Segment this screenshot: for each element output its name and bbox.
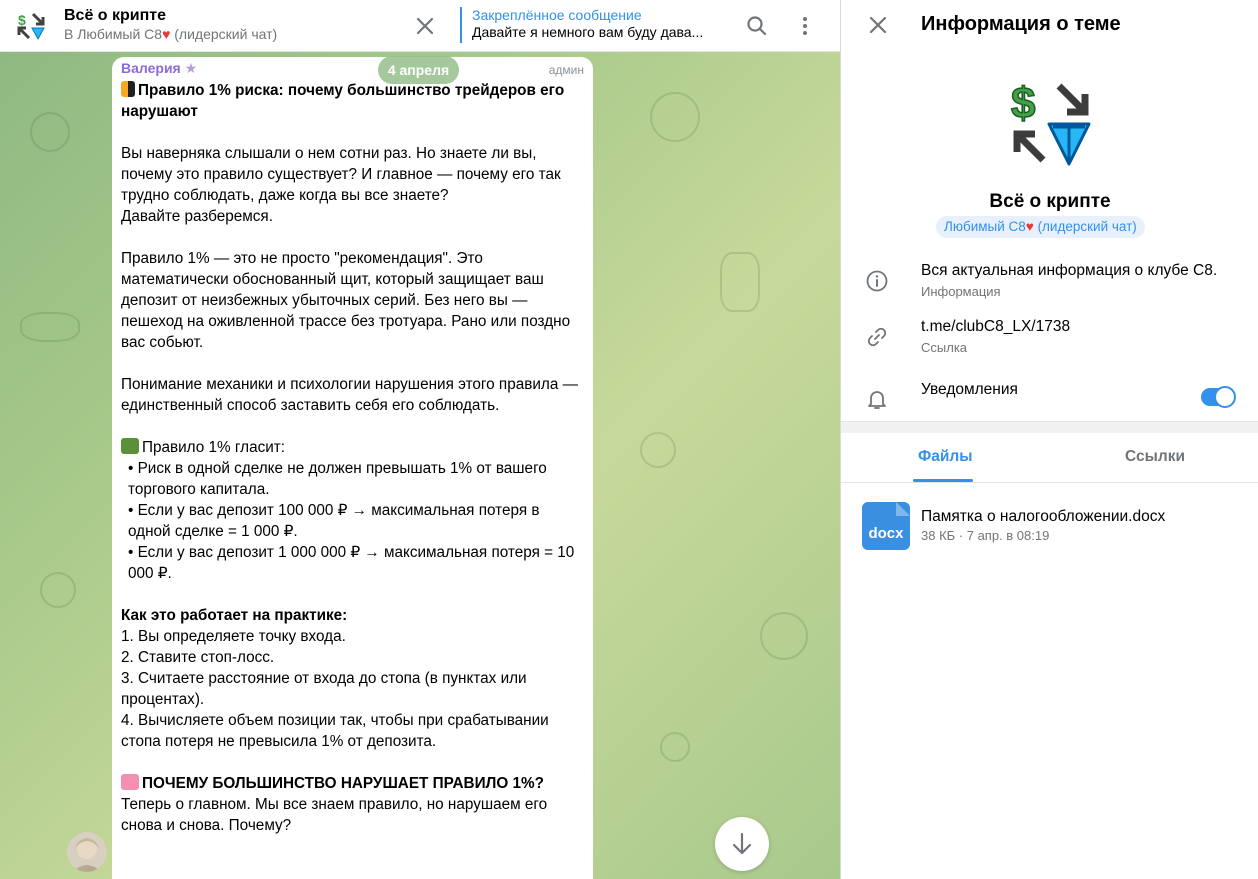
list-item: 4. Вычисляете объем позиции так, чтобы п… bbox=[121, 712, 549, 750]
topic-avatar-icon: $ bbox=[1010, 78, 1091, 166]
topic-name: Всё о крипте bbox=[989, 191, 1111, 212]
file-meta: 38 КБ · 7 апр. в 08:19 bbox=[921, 528, 1050, 543]
topic-info-panel: Информация о теме $ Всё о крипте Любимый… bbox=[840, 0, 1258, 879]
info-label: Информация bbox=[921, 284, 1001, 299]
avatar[interactable] bbox=[67, 832, 107, 872]
heart-icon: ♥ bbox=[1025, 219, 1034, 234]
message-text: Правило 1% риска: почему большинство тре… bbox=[121, 80, 584, 836]
close-icon[interactable] bbox=[412, 13, 438, 39]
panel-title: Информация о теме bbox=[921, 13, 1121, 35]
list-item: • Риск в одной сделке не должен превышат… bbox=[128, 460, 547, 498]
face-emoji-icon bbox=[121, 774, 139, 790]
message-heading: Правило 1% риска: почему большинство тре… bbox=[121, 82, 565, 120]
file-extension: docx bbox=[868, 525, 904, 542]
svg-text:$: $ bbox=[18, 12, 26, 28]
star-icon: ★ bbox=[184, 60, 198, 76]
info-icon bbox=[866, 270, 888, 292]
subtitle-suffix: (лидерский чат) bbox=[170, 26, 278, 42]
sender-role: админ bbox=[548, 63, 584, 77]
link-row[interactable]: t.me/clubC8_LX/1738 Ссылка bbox=[841, 317, 1258, 365]
file-item[interactable]: docx Памятка о налогообложении.docx 38 К… bbox=[841, 498, 1258, 554]
date-badge: 4 апреля bbox=[378, 56, 459, 84]
why-title: ПОЧЕМУ БОЛЬШИНСТВО НАРУШАЕТ ПРАВИЛО 1%? bbox=[142, 775, 544, 792]
group-prefix: Любимый C8 bbox=[944, 219, 1026, 234]
paragraph: Теперь о главном. Мы все знаем правило, … bbox=[121, 796, 548, 834]
list-item: 1. Вы определяете точку входа. bbox=[121, 628, 346, 645]
svg-text:$: $ bbox=[1011, 79, 1035, 128]
notifications-row[interactable]: Уведомления bbox=[841, 379, 1258, 427]
sender-name-text: Валерия bbox=[121, 60, 181, 76]
avatar-image bbox=[67, 832, 107, 872]
subtitle-prefix: В Любимый C8 bbox=[64, 26, 163, 42]
warning-emoji-icon bbox=[121, 81, 135, 97]
chat-subtitle[interactable]: В Любимый C8♥ (лидерский чат) bbox=[64, 26, 277, 42]
practice-title: Как это работает на практике: bbox=[121, 607, 348, 624]
list-item: 2. Ставите стоп-лосс. bbox=[121, 649, 275, 666]
info-row[interactable]: Вся актуальная информация о клубе C8. Ин… bbox=[841, 261, 1258, 309]
media-tabs: Файлы Ссылки bbox=[841, 433, 1258, 483]
more-vertical-icon[interactable] bbox=[792, 13, 818, 39]
close-panel-icon[interactable] bbox=[865, 12, 891, 38]
chat-title[interactable]: Всё о крипте bbox=[64, 7, 166, 25]
tab-links[interactable]: Ссылки bbox=[1125, 448, 1185, 466]
frog-emoji-icon bbox=[121, 438, 139, 454]
rule-title: Правило 1% гласит: bbox=[142, 439, 286, 456]
message-header: Валерия ★ админ bbox=[121, 60, 584, 80]
paragraph: Вы наверняка слышали о нем сотни раз. Но… bbox=[121, 145, 561, 204]
toggle-knob bbox=[1214, 386, 1236, 408]
pinned-label: Закреплённое сообщение bbox=[472, 7, 642, 23]
notifications-label: Уведомления bbox=[921, 381, 1018, 398]
file-name: Памятка о налогообложении.docx bbox=[921, 508, 1166, 525]
bell-icon bbox=[868, 391, 886, 409]
info-text: Вся актуальная информация о клубе C8. bbox=[921, 262, 1218, 279]
section-divider bbox=[841, 421, 1258, 433]
paragraph: Понимание механики и психологии нарушени… bbox=[121, 376, 578, 414]
chat-area: $ Всё о крипте В Любимый C8♥ (лидерский … bbox=[0, 0, 840, 879]
list-item: • Если у вас депозит 1 000 000 ₽ → макси… bbox=[128, 544, 575, 582]
tab-files[interactable]: Файлы bbox=[918, 448, 972, 466]
paragraph: Давайте разберемся. bbox=[121, 208, 273, 225]
paragraph: Правило 1% — это не просто "рекомендация… bbox=[121, 250, 571, 351]
group-suffix: (лидерский чат) bbox=[1033, 219, 1137, 234]
list-item: • Если у вас депозит 100 000 ₽ → максима… bbox=[128, 502, 540, 540]
active-tab-indicator bbox=[913, 479, 973, 482]
docx-file-icon: docx bbox=[862, 502, 910, 550]
scroll-down-icon[interactable] bbox=[715, 817, 769, 871]
search-icon[interactable] bbox=[744, 13, 770, 39]
message-bubble[interactable]: Валерия ★ админ Правило 1% риска: почему… bbox=[112, 57, 593, 879]
link-icon bbox=[867, 327, 887, 347]
pinned-message[interactable]: Закреплённое сообщение Давайте я немного… bbox=[460, 7, 710, 43]
list-item: 3. Считаете расстояние от входа до стопа… bbox=[121, 670, 527, 708]
pinned-text: Давайте я немного вам буду дава... bbox=[472, 24, 704, 40]
chat-header: $ Всё о крипте В Любимый C8♥ (лидерский … bbox=[0, 0, 840, 52]
group-chip[interactable]: Любимый C8♥ (лидерский чат) bbox=[936, 216, 1145, 238]
sender-name[interactable]: Валерия ★ bbox=[121, 60, 197, 76]
topic-icon[interactable]: $ bbox=[16, 11, 46, 41]
link-label: Ссылка bbox=[921, 340, 968, 355]
notifications-toggle[interactable] bbox=[1201, 386, 1236, 408]
link-text: t.me/clubC8_LX/1738 bbox=[921, 318, 1071, 335]
